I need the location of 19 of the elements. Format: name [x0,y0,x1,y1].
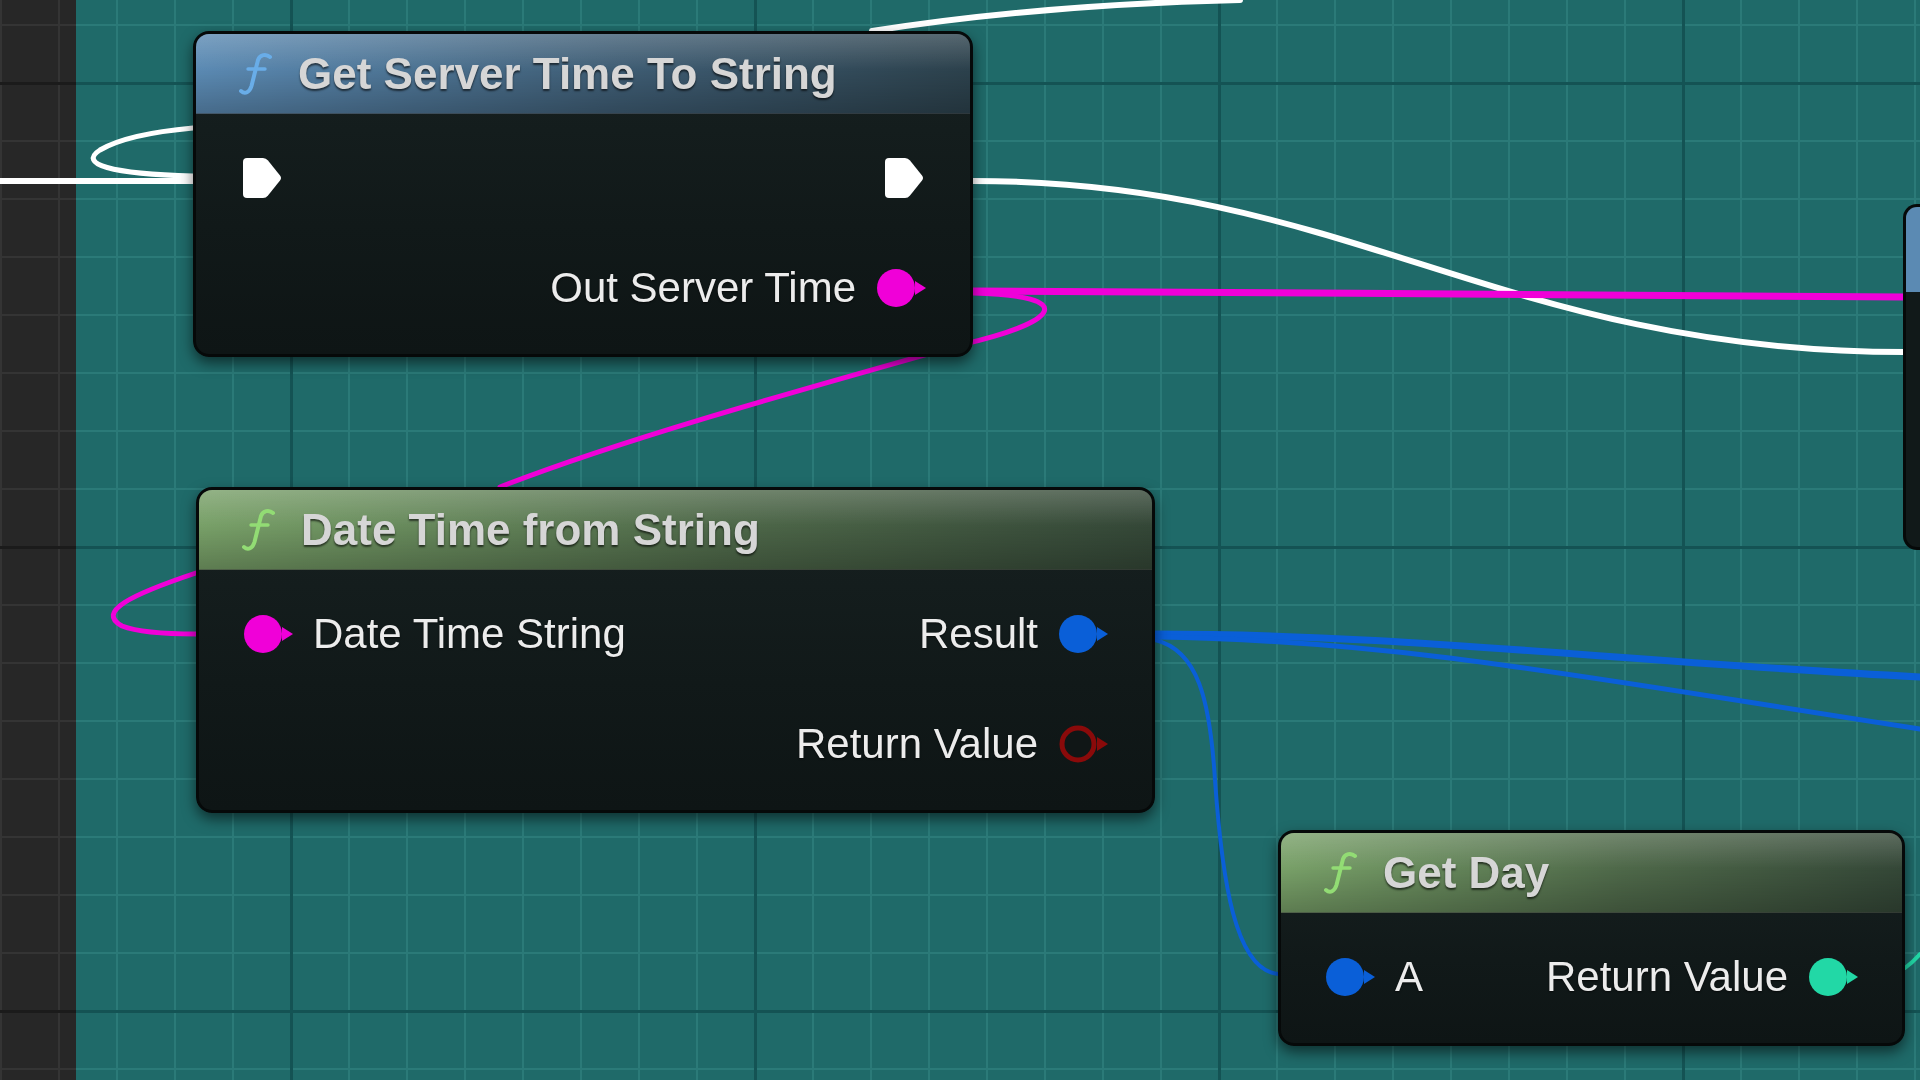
node-title: Get Server Time To String [298,47,837,100]
node-title: Get Day [1383,846,1550,899]
pin-label: Result [918,610,1038,658]
pin-label: Out Server Time [550,264,856,312]
pin-label: Date Time String [313,610,626,658]
function-icon [238,51,274,96]
data-pin-icon[interactable] [876,268,926,308]
function-node[interactable]: Get Day A Return Value [1278,830,1905,1046]
data-pin-icon[interactable] [243,614,293,654]
node-title: Date Time from String [301,503,760,556]
function-icon [241,507,277,552]
pin-label: Return Value [795,720,1038,768]
function-node[interactable]: Get Server Time To String Out Server Time [193,31,973,357]
function-node[interactable]: Date Time from String Date Time String Result Return Value [196,487,1155,813]
function-icon [1323,850,1359,895]
pin-label: A [1395,953,1423,1001]
pin-label: Return Value [1545,953,1788,1001]
data-pin-icon[interactable] [1808,957,1858,997]
node-edge[interactable] [1903,204,1920,550]
